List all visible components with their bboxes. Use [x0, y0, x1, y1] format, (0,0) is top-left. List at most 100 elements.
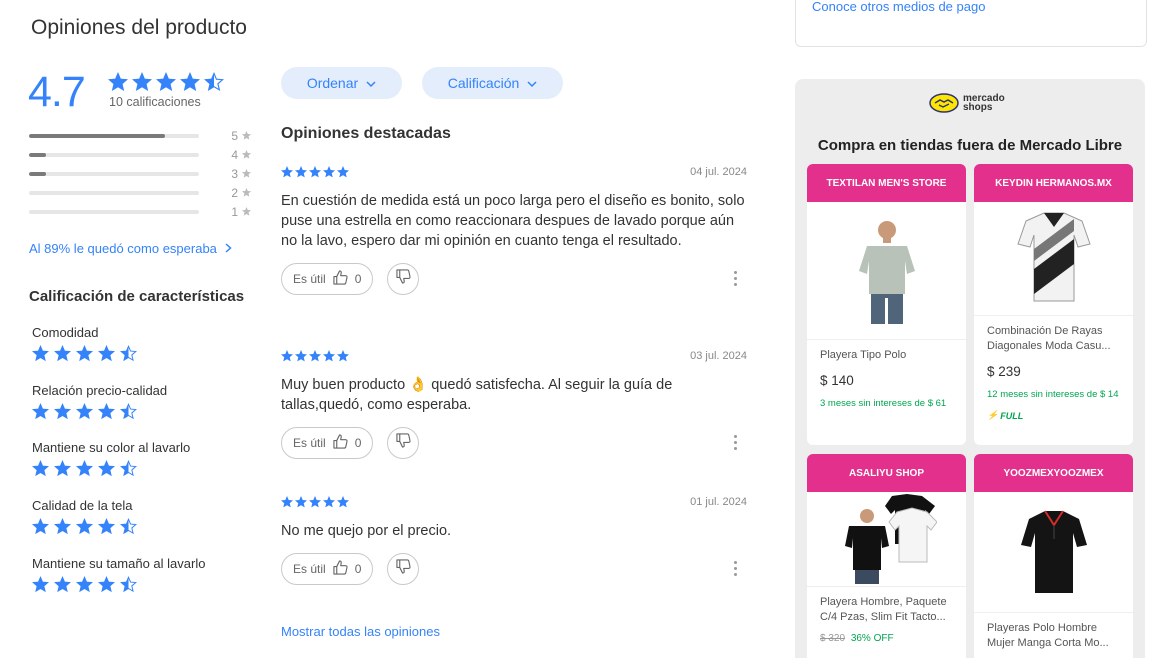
review-stars: [281, 166, 349, 178]
rating-distribution: 5 4 3 2 1: [29, 126, 252, 221]
star-icon: [98, 460, 115, 477]
star-icon: [337, 496, 349, 508]
feature-stars: [32, 403, 252, 420]
star-icon: [108, 72, 128, 92]
logo-line2: shops: [963, 102, 993, 113]
feature-label: Mantiene su color al lavarlo: [32, 440, 191, 455]
show-all-reviews-link[interactable]: Mostrar todas las opiniones: [281, 624, 440, 639]
star-icon: [337, 166, 349, 178]
product-title: Playera Tipo Polo: [820, 349, 907, 361]
useful-count: 0: [354, 562, 362, 576]
star-icon: [337, 350, 349, 362]
star-icon: [54, 576, 71, 593]
distribution-label: 5: [231, 128, 238, 143]
star-icon: [76, 576, 93, 593]
star-icon: [180, 72, 200, 92]
distribution-label: 2: [231, 185, 238, 200]
star-icon: [54, 460, 71, 477]
star-icon: [32, 576, 49, 593]
distribution-row: 5: [29, 126, 252, 145]
distribution-bar: [29, 133, 200, 138]
payment-methods-link[interactable]: Conoce otros medios de pago: [812, 0, 985, 14]
star-icon: [309, 496, 321, 508]
useful-count: 0: [354, 436, 362, 450]
distribution-row: 3: [29, 164, 252, 183]
star-icon: [98, 345, 115, 362]
review-stars: [281, 496, 349, 508]
product-price-discount: $ 320 36% OFF: [820, 633, 953, 644]
shops-title: Compra en tiendas fuera de Mercado Libre: [817, 137, 1123, 154]
lightning-icon: ⚡: [987, 410, 999, 420]
distribution-label: 4: [231, 147, 238, 162]
thumbs-up-icon: [333, 434, 348, 452]
useful-button[interactable]: Es útil 0: [281, 263, 374, 295]
useful-button[interactable]: Es útil 0: [281, 553, 374, 585]
review-text: Muy buen producto 👌 quedó satisfecha. Al…: [281, 377, 673, 413]
feature-stars: [32, 345, 252, 362]
feature-stars: [32, 576, 252, 593]
star-icon: [156, 72, 176, 92]
useful-button[interactable]: Es útil 0: [281, 427, 374, 459]
grey-polo-model-image: [858, 220, 915, 324]
star-icon: [323, 166, 335, 178]
distribution-bar: [29, 171, 200, 176]
product-image: [974, 492, 1133, 613]
star-icon: [32, 345, 49, 362]
more-options-icon[interactable]: [734, 271, 737, 286]
installments: 12 meses sin intereses de $ 14: [987, 389, 1119, 400]
average-stars: [108, 72, 224, 92]
rating-filter-button[interactable]: Calificación: [422, 67, 563, 99]
star-icon: [241, 127, 252, 145]
store-card[interactable]: KEYDIN HERMANOS.MX Combinación De Rayas …: [974, 164, 1133, 445]
star-icon: [32, 403, 49, 420]
star-icon: [32, 460, 49, 477]
useful-label: Es útil: [293, 272, 326, 286]
more-options-icon[interactable]: [734, 561, 737, 576]
star-icon: [204, 72, 224, 92]
store-card[interactable]: TEXTILAN MEN'S STORE Playera Tipo Polo $…: [807, 164, 966, 445]
thumbs-down-icon: [396, 269, 411, 289]
star-icon: [54, 518, 71, 535]
not-useful-button[interactable]: [387, 263, 420, 295]
star-icon: [76, 518, 93, 535]
thumbs-up-icon: [333, 270, 348, 288]
average-rating: 4.7: [28, 68, 86, 116]
payment-card: Conoce otros medios de pago: [795, 0, 1147, 47]
sort-button[interactable]: Ordenar: [281, 67, 402, 99]
product-image: [807, 492, 966, 587]
useful-label: Es útil: [293, 436, 326, 450]
star-icon: [120, 403, 137, 420]
thumbs-up-icon: [333, 560, 348, 578]
mercado-shops-logo: mercado shops: [929, 93, 1005, 113]
expected-fit-link[interactable]: Al 89% le quedó como esperaba: [29, 241, 232, 256]
product-title: Playeras Polo Hombre Mujer Manga Corta M…: [987, 622, 1109, 649]
distribution-row: 1: [29, 202, 252, 221]
store-name-header: ASALIYU SHOP: [807, 454, 966, 492]
not-useful-button[interactable]: [387, 427, 420, 459]
black-polo-image: [1020, 509, 1087, 593]
store-card[interactable]: YOOZMEXYOOZMEX Playeras Polo Hombre Muje…: [974, 454, 1133, 658]
distribution-row: 2: [29, 183, 252, 202]
store-name-header: TEXTILAN MEN'S STORE: [807, 164, 966, 202]
store-card[interactable]: ASALIYU SHOP Playera Hombre, Paquete C/4…: [807, 454, 966, 658]
more-options-icon[interactable]: [734, 435, 737, 450]
review-text: En cuestión de medida está un poco larga…: [281, 193, 745, 249]
star-icon: [323, 350, 335, 362]
distribution-bar: [29, 152, 200, 157]
old-price: $ 320: [820, 633, 846, 644]
product-image: [974, 202, 1133, 316]
star-icon: [323, 496, 335, 508]
star-icon: [241, 146, 252, 164]
tshirt-pack-image: [844, 494, 937, 584]
rating-filter-label: Calificación: [447, 75, 520, 91]
star-icon: [98, 518, 115, 535]
star-icon: [295, 496, 307, 508]
star-icon: [76, 403, 93, 420]
star-icon: [98, 576, 115, 593]
star-icon: [281, 166, 293, 178]
star-icon: [120, 345, 137, 362]
not-useful-button[interactable]: [387, 553, 420, 585]
star-icon: [76, 460, 93, 477]
chevron-right-icon: [225, 241, 232, 256]
feature-stars: [32, 460, 252, 477]
